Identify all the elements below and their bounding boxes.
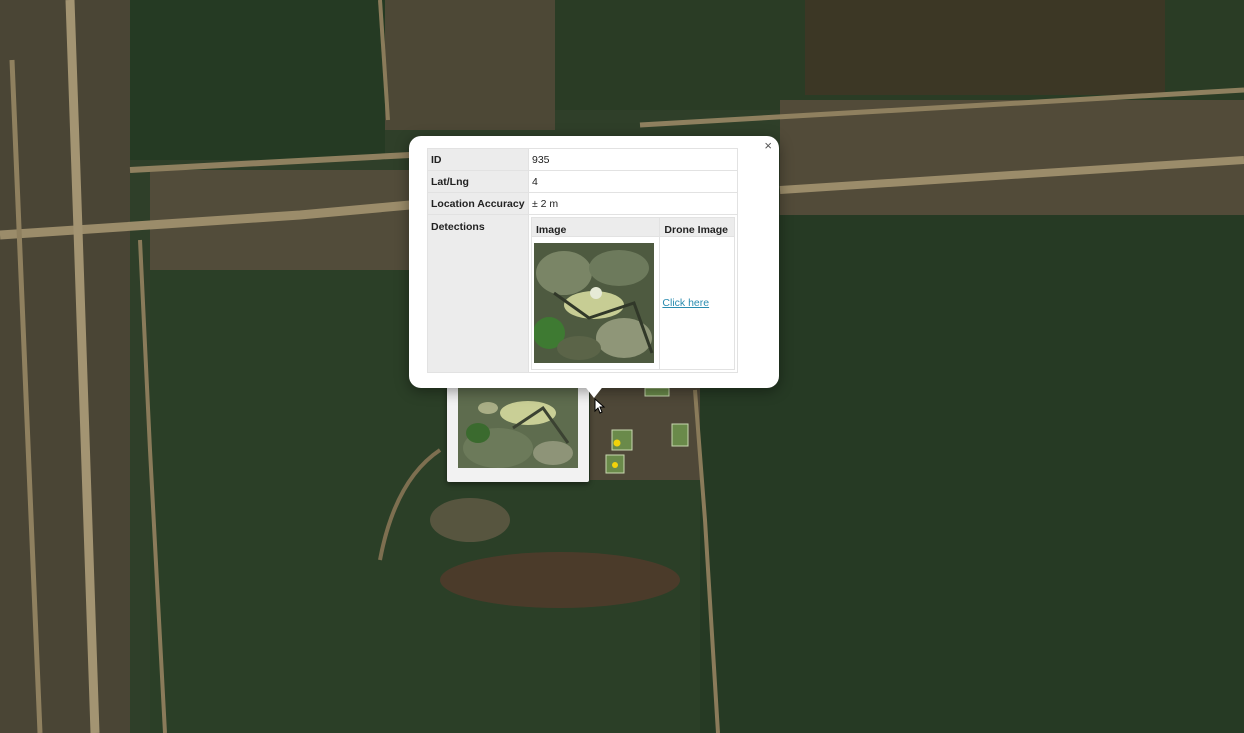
- detection-thumbnail-image: [458, 388, 578, 468]
- reddish-vegetation: [440, 552, 680, 608]
- clearing: [0, 0, 130, 733]
- id-label: ID: [428, 149, 528, 170]
- detection-marker-icon[interactable]: [612, 462, 618, 468]
- detection-image[interactable]: [534, 243, 654, 363]
- drone-image-cell: Click here: [660, 237, 734, 369]
- detection-popup: × ID 935 Lat/Lng 4 Location Accuracy ± 2…: [409, 136, 779, 398]
- detection-marker-icon[interactable]: [613, 439, 621, 447]
- detection-info-table: ID 935 Lat/Lng 4 Location Accuracy ± 2 m…: [427, 148, 738, 373]
- info-row-id: ID 935: [428, 149, 737, 170]
- id-value: 935: [529, 149, 737, 170]
- latlng-value: 4: [529, 171, 737, 192]
- info-row-latlng: Lat/Lng 4: [428, 171, 737, 192]
- detection-marker-icon[interactable]: [611, 429, 633, 451]
- info-row-accuracy: Location Accuracy ± 2 m: [428, 193, 737, 214]
- detections-table: Image Drone Image Click here: [531, 217, 735, 370]
- detection-image-cell: [532, 237, 660, 369]
- detection-thumbnail-card[interactable]: [447, 384, 589, 482]
- reddish-vegetation: [430, 498, 510, 542]
- drone-image-link[interactable]: Click here: [662, 297, 709, 309]
- clearing: [780, 100, 1244, 215]
- image-column-header: Image: [532, 218, 660, 236]
- info-row-detections: Detections Image Drone Image Click here: [428, 215, 737, 372]
- detections-label: Detections: [428, 215, 528, 372]
- cursor-icon: [594, 398, 606, 414]
- popup-tip: [583, 384, 605, 398]
- drone-image-column-header: Drone Image: [660, 218, 734, 236]
- detections-cell: Image Drone Image Click here: [529, 215, 737, 372]
- close-icon[interactable]: ×: [764, 139, 772, 153]
- forest-patch: [130, 0, 385, 160]
- latlng-label: Lat/Lng: [428, 171, 528, 192]
- accuracy-value: ± 2 m: [529, 193, 737, 214]
- forest-patch: [805, 0, 1165, 95]
- accuracy-label: Location Accuracy: [428, 193, 528, 214]
- forest-patch: [700, 215, 1244, 733]
- clearing: [385, 0, 555, 130]
- detection-marker-icon[interactable]: [671, 423, 689, 447]
- detection-marker-icon[interactable]: [644, 387, 670, 397]
